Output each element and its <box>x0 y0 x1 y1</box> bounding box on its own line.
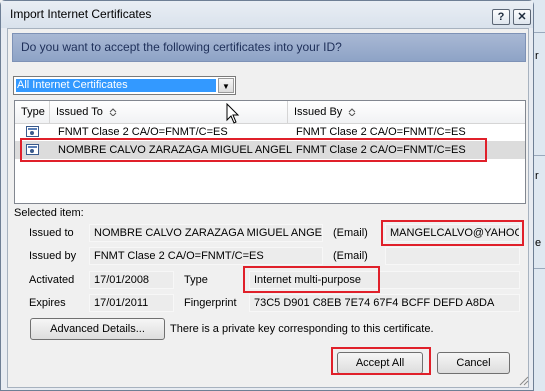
selected-item-label: Selected item: <box>14 207 84 219</box>
certificate-icon <box>26 126 39 137</box>
activated-label: Activated <box>29 274 75 286</box>
issued-by-label: Issued by <box>29 250 77 262</box>
window-title: Import Internet Certificates <box>10 7 152 21</box>
accept-highlight <box>331 347 431 375</box>
fingerprint-label: Fingerprint <box>184 297 237 309</box>
close-button[interactable]: ✕ <box>513 9 531 25</box>
prompt-banner: Do you want to accept the following cert… <box>12 33 526 62</box>
issued-by-email-label: (Email) <box>333 250 368 262</box>
fingerprint-field: 73C5 D901 C8EB 7E74 67F4 BCFF DEFD A8DA <box>249 294 520 312</box>
background-text: r <box>535 170 539 182</box>
type-label: Type <box>184 274 208 286</box>
help-button[interactable]: ? <box>492 9 510 25</box>
column-header-type-label: Type <box>21 106 45 118</box>
column-header-issued-by-label: Issued By <box>294 106 343 118</box>
mouse-cursor-icon <box>226 103 240 124</box>
prompt-text: Do you want to accept the following cert… <box>21 40 342 54</box>
issued-by-email-field <box>385 247 520 265</box>
background-text: e <box>535 237 542 249</box>
private-key-note: There is a private key corresponding to … <box>170 323 434 335</box>
column-header-type[interactable]: Type <box>15 101 50 124</box>
resize-grip-icon[interactable] <box>518 375 530 387</box>
sort-icon <box>109 108 117 117</box>
activated-field: 17/01/2008 <box>89 271 174 289</box>
email-highlight <box>381 220 524 246</box>
issued-to-field: NOMBRE CALVO ZARAZAGA MIGUEL ANGEL <box>89 224 323 242</box>
column-header-issued-to[interactable]: Issued To <box>50 101 288 124</box>
certificate-filter-value: All Internet Certificates <box>16 79 216 92</box>
email-label: (Email) <box>333 227 368 239</box>
title-bar[interactable]: Import Internet Certificates ? ✕ <box>1 1 533 28</box>
cancel-button[interactable]: Cancel <box>437 352 510 374</box>
advanced-details-button[interactable]: Advanced Details... <box>30 318 165 340</box>
dropdown-arrow-icon[interactable]: ▼ <box>218 78 234 93</box>
expires-label: Expires <box>29 297 66 309</box>
selected-row-highlight <box>20 138 487 162</box>
issued-by-field: FNMT Clase 2 CA/O=FNMT/C=ES <box>89 247 323 265</box>
sort-icon <box>349 108 356 117</box>
issued-to-label: Issued to <box>29 227 74 239</box>
expires-field: 17/01/2011 <box>89 294 174 312</box>
background-text: r <box>535 50 539 62</box>
certificate-filter-select[interactable]: All Internet Certificates ▼ <box>13 76 236 95</box>
column-header-issued-to-label: Issued To <box>56 106 103 118</box>
column-header-issued-by[interactable]: Issued By <box>288 101 525 124</box>
type-highlight <box>243 266 380 293</box>
